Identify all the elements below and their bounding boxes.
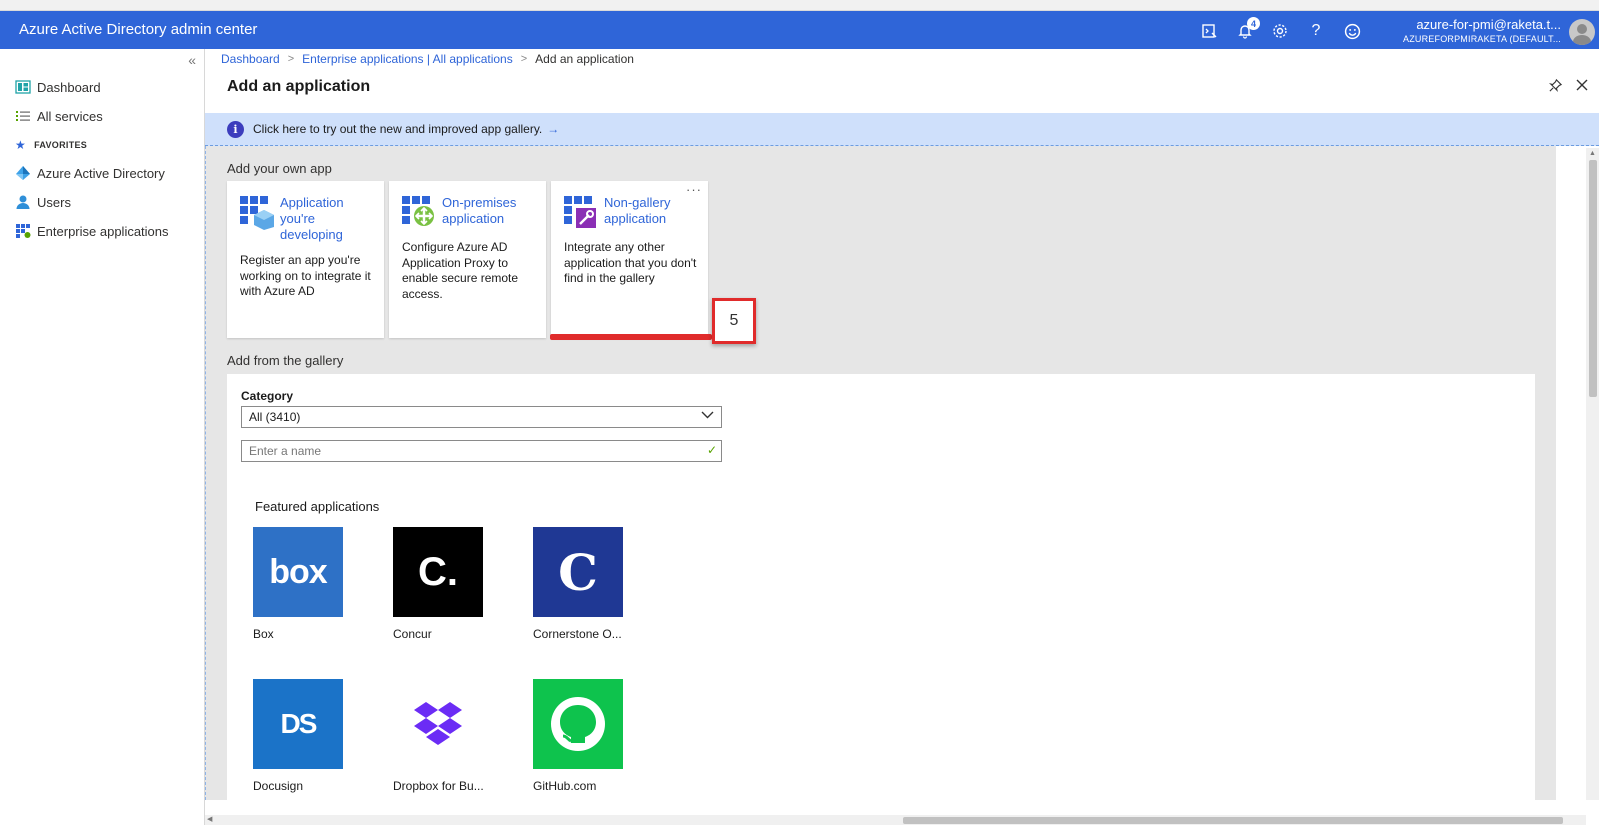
top-bar: Azure Active Directory admin center 4 ? …: [0, 11, 1599, 49]
user-icon: [15, 194, 31, 210]
breadcrumb-dashboard[interactable]: Dashboard: [221, 52, 280, 66]
own-app-heading: Add your own app: [227, 161, 332, 176]
tile-description: Register an app you're working on to int…: [240, 253, 371, 298]
cornerstone-logo-icon: C: [533, 527, 623, 617]
collapse-sidebar-icon[interactable]: «: [188, 52, 196, 68]
sidebar-item-label: Azure Active Directory: [37, 165, 165, 181]
blade-actions: [1548, 78, 1589, 97]
docusign-logo-icon: DS: [253, 679, 343, 769]
tile-title: Application you're developing: [280, 195, 344, 242]
app-name: Cornerstone O...: [533, 627, 622, 641]
tile-title: Non-gallery application: [604, 195, 671, 226]
dropbox-logo-icon: [393, 679, 483, 769]
new-gallery-banner[interactable]: i Click here to try out the new and impr…: [205, 113, 1599, 146]
star-icon: ★: [15, 138, 27, 152]
category-select[interactable]: All (3410): [241, 406, 722, 428]
concur-logo-icon: C.: [393, 527, 483, 617]
checkmark-icon: ✓: [707, 443, 718, 457]
sidebar-item-label: All services: [37, 108, 103, 124]
page-title: Add an application: [227, 78, 371, 95]
tile-description: Integrate any other application that you…: [564, 240, 697, 285]
app-dropbox[interactable]: Dropbox for Bu...: [393, 679, 484, 793]
featured-applications-heading: Featured applications: [255, 499, 380, 514]
azure-ad-icon: [15, 165, 31, 181]
banner-text: Click here to try out the new and improv…: [253, 122, 543, 136]
chevron-down-icon: [701, 408, 714, 424]
list-icon: [15, 108, 31, 124]
notifications-icon[interactable]: 4: [1234, 17, 1260, 42]
app-name: Docusign: [253, 779, 304, 793]
breadcrumb-enterprise-applications[interactable]: Enterprise applications | All applicatio…: [302, 52, 513, 66]
feedback-smiley-icon[interactable]: [1341, 20, 1363, 42]
breadcrumb: Dashboard > Enterprise applications | Al…: [221, 52, 634, 66]
app-name: GitHub.com: [533, 779, 597, 793]
tile-description: Configure Azure AD Application Proxy to …: [402, 240, 519, 301]
browser-strip: [0, 0, 1599, 11]
scrollbar-thumb[interactable]: [1589, 160, 1597, 397]
app-concur[interactable]: C. Concur: [393, 527, 483, 641]
highlight-underline: [550, 334, 712, 340]
account-tenant: AZUREFORPMIRAKETA (DEFAULT...: [1403, 34, 1561, 44]
sidebar: « Dashboard All services ★ FAVORITES Azu…: [0, 49, 205, 825]
sidebar-item-label: Enterprise applications: [37, 223, 169, 239]
breadcrumb-current: Add an application: [535, 52, 634, 66]
app-developing-icon: [240, 196, 274, 230]
tile-title: On-premises application: [442, 195, 517, 226]
scroll-up-icon[interactable]: ▲: [1589, 150, 1596, 157]
app-docusign[interactable]: DS Docusign: [253, 679, 343, 793]
info-icon: i: [227, 120, 244, 138]
app-name: Concur: [393, 627, 432, 641]
box-logo-icon: box: [253, 527, 343, 617]
tile-non-gallery-application[interactable]: ··· Non-gallery application Integrate an…: [551, 181, 708, 338]
settings-gear-icon[interactable]: [1269, 20, 1291, 42]
avatar[interactable]: [1569, 19, 1595, 45]
close-icon[interactable]: [1575, 78, 1589, 97]
notification-badge: 4: [1247, 17, 1260, 30]
blade-content: Add your own app Application you're deve…: [205, 146, 1556, 800]
on-premises-app-icon: [402, 196, 434, 228]
cloud-shell-icon[interactable]: [1198, 20, 1220, 42]
non-gallery-app-icon: [564, 196, 596, 228]
app-name: Box: [253, 627, 274, 641]
category-value: All (3410): [249, 410, 301, 424]
category-label: Category: [241, 389, 294, 403]
sidebar-item-label: Dashboard: [37, 79, 101, 95]
favorites-heading: ★ FAVORITES: [15, 138, 88, 152]
sidebar-item-all-services[interactable]: All services: [0, 103, 204, 129]
horizontal-scrollbar[interactable]: ◀: [205, 815, 1586, 825]
scrollbar-thumb[interactable]: [903, 817, 1563, 824]
app-name: Dropbox for Bu...: [393, 779, 484, 793]
tile-on-premises-application[interactable]: On-premises application Configure Azure …: [389, 181, 546, 338]
vertical-scrollbar[interactable]: ▲: [1586, 148, 1599, 800]
portal-title[interactable]: Azure Active Directory admin center: [19, 21, 257, 38]
chevron-right-icon: >: [287, 53, 295, 65]
step-number-callout: 5: [712, 298, 756, 344]
sidebar-item-dashboard[interactable]: Dashboard: [0, 74, 204, 100]
tile-app-developing[interactable]: Application you're developing Register a…: [227, 181, 384, 338]
sidebar-item-users[interactable]: Users: [0, 189, 204, 215]
help-icon[interactable]: ?: [1305, 20, 1327, 42]
app-box[interactable]: box Box: [253, 527, 343, 641]
sidebar-item-label: Users: [37, 194, 71, 210]
gallery-panel: Category All (3410) ✓ Featured applicati…: [227, 374, 1535, 800]
account-menu[interactable]: azure-for-pmi@raketa.t... AZUREFORPMIRAK…: [1403, 17, 1561, 44]
chevron-right-icon: >: [520, 53, 528, 65]
app-name-search-input[interactable]: [241, 440, 722, 462]
arrow-right-icon: →: [547, 122, 560, 136]
app-github[interactable]: GitHub.com: [533, 679, 623, 793]
sidebar-item-enterprise-applications[interactable]: Enterprise applications: [0, 218, 204, 244]
scroll-left-icon[interactable]: ◀: [207, 815, 212, 823]
pin-icon[interactable]: [1548, 78, 1563, 97]
dashboard-icon: [15, 79, 31, 95]
app-cornerstone[interactable]: C Cornerstone O...: [533, 527, 623, 641]
sidebar-item-azure-active-directory[interactable]: Azure Active Directory: [0, 160, 204, 186]
github-logo-icon: [533, 679, 623, 769]
gallery-heading: Add from the gallery: [227, 353, 344, 368]
enterprise-apps-icon: [15, 223, 31, 239]
account-name: azure-for-pmi@raketa.t...: [1416, 17, 1561, 32]
